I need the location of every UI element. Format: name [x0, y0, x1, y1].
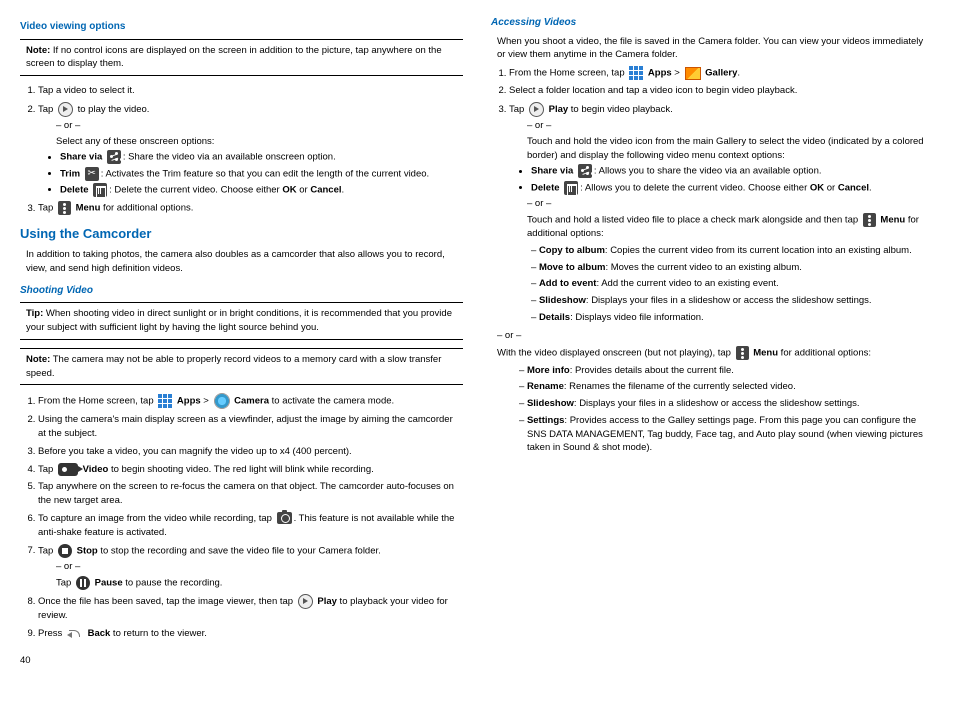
- note-label: Note:: [26, 45, 50, 56]
- gallery-icon: [685, 67, 701, 80]
- tip-label: Tip:: [26, 308, 43, 319]
- video-icon: [58, 463, 78, 476]
- tip-box: Tip: When shooting video in direct sunli…: [20, 302, 463, 340]
- list-item: Tap Stop to stop the recording and save …: [38, 544, 463, 590]
- pause-line: Tap Pause to pause the recording.: [56, 576, 463, 590]
- list-item: Delete : Delete the current video. Choos…: [60, 183, 463, 197]
- list-item: From the Home screen, tap Apps > Camera …: [38, 393, 463, 409]
- menu-icon: [58, 201, 71, 215]
- list-item: Press Back to return to the viewer.: [38, 627, 463, 641]
- heading-shooting-video: Shooting Video: [20, 284, 463, 299]
- touch-hold-text: Touch and hold the video icon from the m…: [527, 135, 934, 163]
- pause-icon: [76, 576, 90, 590]
- list-item: Once the file has been saved, tap the im…: [38, 594, 463, 623]
- accessing-videos-steps: From the Home screen, tap Apps > Gallery…: [509, 66, 934, 325]
- list-item: Tap a video to select it.: [38, 84, 463, 98]
- share-icon: [107, 150, 121, 164]
- or-divider: – or –: [497, 329, 934, 343]
- apps-icon: [629, 66, 643, 80]
- play-icon: [58, 102, 73, 117]
- list-item: Add to event: Add the current video to a…: [531, 277, 934, 291]
- note-label: Note:: [26, 354, 50, 365]
- list-item: More info: Provides details about the cu…: [519, 364, 934, 378]
- camera-icon: [214, 393, 230, 409]
- note-box-1: Note: If no control icons are displayed …: [20, 39, 463, 77]
- heading-using-camcorder: Using the Camcorder: [20, 225, 463, 244]
- list-item: Using the camera's main display screen a…: [38, 413, 463, 441]
- context-options-list: Share via : Allows you to share the vide…: [531, 164, 934, 195]
- list-item: Slideshow: Displays your files in a slid…: [519, 397, 934, 411]
- share-icon: [578, 164, 592, 178]
- video-viewing-steps: Tap a video to select it. Tap to play th…: [38, 84, 463, 215]
- list-item: From the Home screen, tap Apps > Gallery…: [509, 66, 934, 80]
- list-item: Details: Displays video file information…: [531, 311, 934, 325]
- stop-icon: [58, 544, 72, 558]
- shooting-video-steps: From the Home screen, tap Apps > Camera …: [38, 393, 463, 640]
- apps-icon: [158, 394, 172, 408]
- list-item: Tap Menu for additional options.: [38, 201, 463, 215]
- list-item: Before you take a video, you can magnify…: [38, 445, 463, 459]
- page-number: 40: [20, 654, 463, 668]
- accessing-intro: When you shoot a video, the file is save…: [497, 35, 934, 63]
- menu-options-list-1: Copy to album: Copies the current video …: [531, 244, 934, 325]
- or-divider: – or –: [56, 119, 463, 133]
- menu-options-list-2: More info: Provides details about the cu…: [519, 364, 934, 456]
- list-item: Tap Video to begin shooting video. The r…: [38, 463, 463, 477]
- list-item: Copy to album: Copies the current video …: [531, 244, 934, 258]
- play-icon: [298, 594, 313, 609]
- list-item: Trim ✂: Activates the Trim feature so th…: [60, 167, 463, 181]
- list-item: Tap to play the video. – or – Select any…: [38, 102, 463, 197]
- list-item: Share via : Share the video via an avail…: [60, 150, 463, 164]
- tip-text: When shooting video in direct sunlight o…: [26, 308, 452, 333]
- or-divider: – or –: [527, 197, 934, 211]
- menu-icon: [736, 346, 749, 360]
- list-item: Rename: Renames the filename of the curr…: [519, 380, 934, 394]
- select-options-text: Select any of these onscreen options:: [56, 135, 463, 149]
- left-column: Video viewing options Note: If no contro…: [20, 16, 463, 668]
- list-item: Tap Play to begin video playback. – or –…: [509, 102, 934, 325]
- list-item: Slideshow: Displays your files in a slid…: [531, 294, 934, 308]
- play-icon: [529, 102, 544, 117]
- camera-shot-icon: [277, 512, 292, 524]
- list-item: Tap anywhere on the screen to re-focus t…: [38, 480, 463, 508]
- list-item: Select a folder location and tap a video…: [509, 84, 934, 98]
- list-item: Move to album: Moves the current video t…: [531, 261, 934, 275]
- menu-icon: [863, 213, 876, 227]
- trash-icon: [564, 181, 578, 195]
- trash-icon: [93, 183, 107, 197]
- manual-page: Video viewing options Note: If no contro…: [20, 16, 934, 668]
- camcorder-intro: In addition to taking photos, the camera…: [26, 248, 463, 276]
- list-item: Delete : Allows you to delete the curren…: [531, 181, 934, 195]
- note-text: If no control icons are displayed on the…: [26, 45, 442, 70]
- note-text: The camera may not be able to properly r…: [26, 354, 441, 379]
- list-item: Settings: Provides access to the Galley …: [519, 414, 934, 455]
- heading-accessing-videos: Accessing Videos: [491, 16, 934, 31]
- or-divider: – or –: [56, 560, 463, 574]
- back-icon: [67, 628, 83, 638]
- onscreen-options-list: Share via : Share the video via an avail…: [60, 150, 463, 197]
- list-item: To capture an image from the video while…: [38, 512, 463, 540]
- touch-hold-text-2: Touch and hold a listed video file to pl…: [527, 213, 934, 241]
- note-box-2: Note: The camera may not be able to prop…: [20, 348, 463, 386]
- or-divider: – or –: [527, 119, 934, 133]
- scissors-icon: ✂: [85, 167, 99, 181]
- heading-video-viewing-options: Video viewing options: [20, 20, 463, 35]
- right-column: Accessing Videos When you shoot a video,…: [491, 16, 934, 668]
- list-item: Share via : Allows you to share the vide…: [531, 164, 934, 178]
- with-video-text: With the video displayed onscreen (but n…: [497, 346, 934, 360]
